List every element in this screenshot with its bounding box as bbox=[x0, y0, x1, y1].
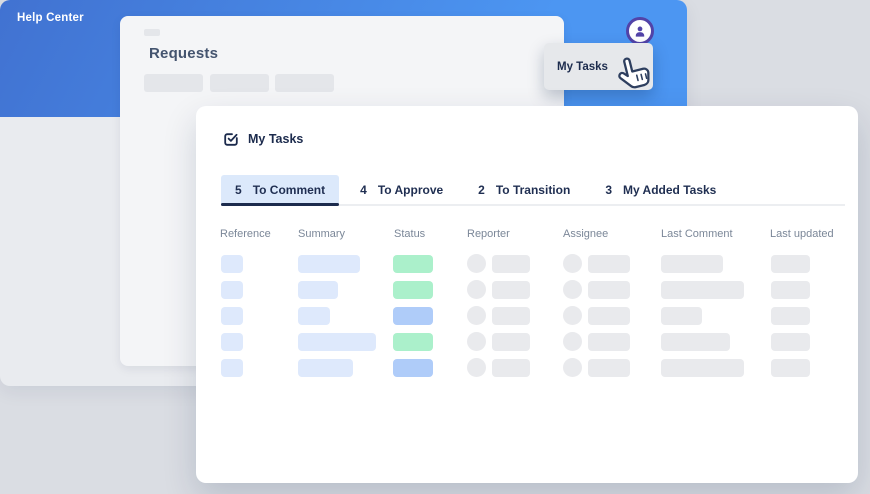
assignee-name-skeleton bbox=[588, 281, 630, 299]
reporter-avatar-skeleton bbox=[467, 358, 486, 377]
last-comment-skeleton bbox=[661, 333, 730, 351]
tab-count: 4 bbox=[360, 182, 367, 197]
table-body bbox=[196, 254, 858, 385]
tab-to-transition[interactable]: 2 To Transition bbox=[464, 175, 584, 204]
assignee-avatar-skeleton bbox=[563, 306, 582, 325]
assignee-avatar-skeleton bbox=[563, 254, 582, 273]
table-row[interactable] bbox=[196, 332, 858, 351]
last-updated-skeleton bbox=[771, 255, 810, 273]
tab-label: To Comment bbox=[252, 182, 326, 197]
column-header-last-comment: Last Comment bbox=[661, 228, 733, 240]
page: { "help_center": { "title": "Help Center… bbox=[0, 0, 870, 494]
tab-count: 3 bbox=[605, 182, 612, 197]
last-updated-skeleton bbox=[771, 333, 810, 351]
request-filter-skeleton bbox=[144, 74, 203, 92]
tab-to-approve[interactable]: 4 To Approve bbox=[346, 175, 457, 204]
column-header-status: Status bbox=[394, 228, 426, 240]
assignee-name-skeleton bbox=[588, 359, 630, 377]
table-row[interactable] bbox=[196, 280, 858, 299]
my-tasks-panel: My Tasks 5 To Comment 4 To Approve 2 To Trans… bbox=[196, 106, 858, 483]
column-header-summary: Summary bbox=[298, 228, 346, 240]
request-filter-skeleton bbox=[210, 74, 269, 92]
column-header-assignee: Assignee bbox=[563, 228, 609, 240]
reference-skeleton bbox=[221, 359, 243, 377]
last-comment-skeleton bbox=[661, 255, 723, 273]
person-icon bbox=[635, 26, 645, 37]
reporter-name-skeleton bbox=[492, 255, 530, 273]
tab-to-comment[interactable]: 5 To Comment bbox=[221, 175, 340, 206]
status-badge bbox=[393, 359, 433, 377]
summary-skeleton bbox=[298, 333, 376, 351]
reporter-avatar-skeleton bbox=[467, 254, 486, 273]
summary-skeleton bbox=[298, 307, 330, 325]
reporter-name-skeleton bbox=[492, 307, 530, 325]
user-avatar-button[interactable] bbox=[626, 17, 654, 45]
reference-skeleton bbox=[221, 255, 243, 273]
breadcrumb-skeleton bbox=[144, 29, 160, 36]
reference-skeleton bbox=[221, 307, 243, 325]
reporter-name-skeleton bbox=[492, 333, 530, 351]
my-tasks-menu-item[interactable]: My Tasks bbox=[544, 43, 653, 90]
last-updated-skeleton bbox=[771, 281, 810, 299]
assignee-name-skeleton bbox=[588, 307, 630, 325]
tab-count: 5 bbox=[235, 182, 242, 197]
column-header-reference: Reference bbox=[220, 228, 271, 240]
reference-skeleton bbox=[221, 333, 243, 351]
requests-title: Requests bbox=[149, 45, 219, 62]
summary-skeleton bbox=[298, 255, 360, 273]
table-row[interactable] bbox=[196, 306, 858, 325]
last-comment-skeleton bbox=[661, 359, 744, 377]
assignee-name-skeleton bbox=[588, 333, 630, 351]
assignee-avatar-skeleton bbox=[563, 280, 582, 299]
status-badge bbox=[393, 255, 433, 273]
tab-bar: 5 To Comment 4 To Approve 2 To Transition 3 My … bbox=[221, 175, 845, 206]
tab-my-added-tasks[interactable]: 3 My Added Tasks bbox=[591, 175, 730, 204]
reporter-name-skeleton bbox=[492, 359, 530, 377]
reporter-avatar-skeleton bbox=[467, 306, 486, 325]
column-header-last-updated: Last updated bbox=[770, 228, 834, 240]
assignee-avatar-skeleton bbox=[563, 358, 582, 377]
tab-label: My Added Tasks bbox=[623, 182, 717, 197]
assignee-avatar-skeleton bbox=[563, 332, 582, 351]
table-row[interactable] bbox=[196, 254, 858, 273]
task-checkbox-icon bbox=[224, 133, 238, 146]
summary-skeleton bbox=[298, 281, 338, 299]
status-badge bbox=[393, 333, 433, 351]
status-badge bbox=[393, 307, 433, 325]
table-row[interactable] bbox=[196, 358, 858, 377]
last-comment-skeleton bbox=[661, 281, 744, 299]
last-updated-skeleton bbox=[771, 359, 810, 377]
reference-skeleton bbox=[221, 281, 243, 299]
summary-skeleton bbox=[298, 359, 353, 377]
my-tasks-panel-title: My Tasks bbox=[248, 132, 304, 146]
status-badge bbox=[393, 281, 433, 299]
reporter-avatar-skeleton bbox=[467, 280, 486, 299]
tab-label: To Approve bbox=[377, 182, 444, 197]
assignee-name-skeleton bbox=[588, 255, 630, 273]
last-updated-skeleton bbox=[771, 307, 810, 325]
last-comment-skeleton bbox=[661, 307, 702, 325]
tab-label: To Transition bbox=[495, 182, 571, 197]
request-filter-skeleton bbox=[275, 74, 334, 92]
my-tasks-menu-label: My Tasks bbox=[557, 60, 608, 73]
column-header-reporter: Reporter bbox=[467, 228, 510, 240]
reporter-name-skeleton bbox=[492, 281, 530, 299]
tab-count: 2 bbox=[478, 182, 485, 197]
help-center-title: Help Center bbox=[17, 12, 84, 24]
my-tasks-panel-header: My Tasks bbox=[223, 131, 303, 147]
reporter-avatar-skeleton bbox=[467, 332, 486, 351]
